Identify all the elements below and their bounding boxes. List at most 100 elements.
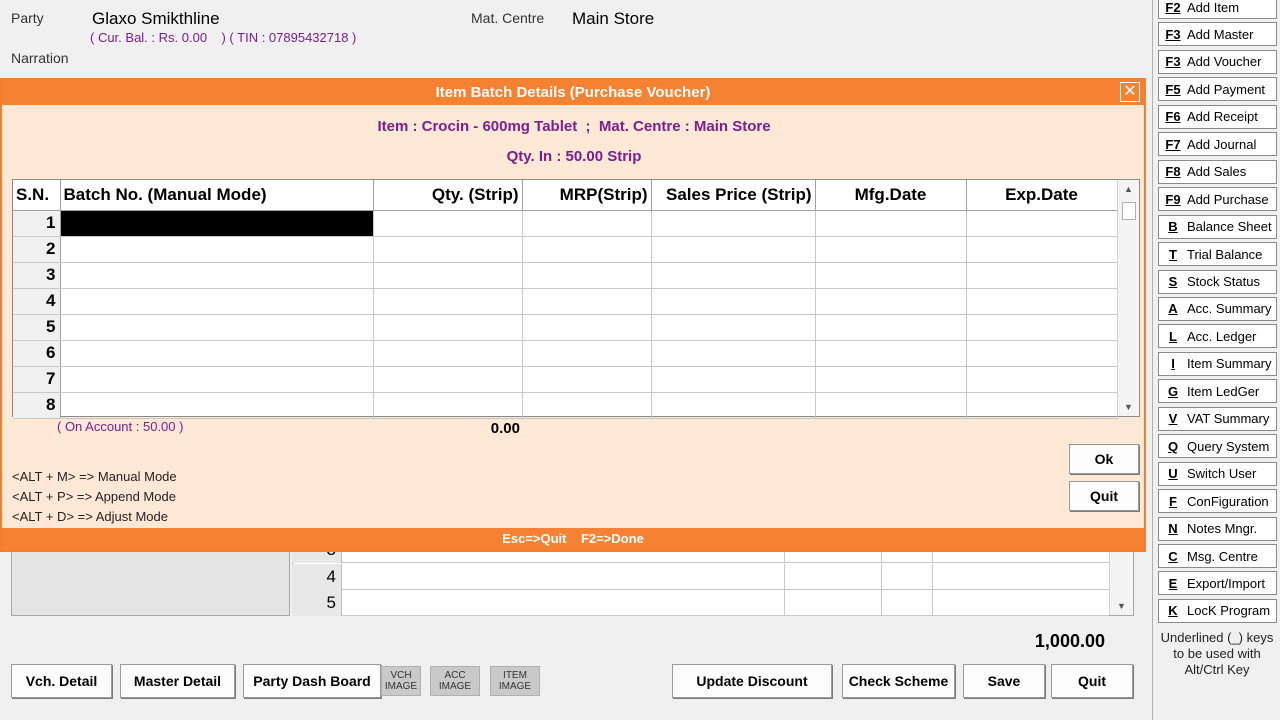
scroll-up-icon[interactable]: ▲	[1118, 182, 1139, 196]
qty-cell[interactable]	[373, 340, 523, 367]
shortcut-vat-summary[interactable]: V VAT Summary	[1158, 406, 1277, 431]
mfg-date-cell[interactable]	[815, 366, 967, 393]
check-scheme-button[interactable]: Check Scheme	[842, 664, 955, 698]
mfg-date-cell[interactable]	[815, 210, 967, 237]
mrp-cell[interactable]	[522, 236, 652, 263]
batch-no-cell[interactable]	[60, 392, 374, 419]
party-value[interactable]: Glaxo Smikthline	[92, 9, 220, 29]
sales-price-cell[interactable]	[651, 392, 816, 419]
shortcut-item-ledger[interactable]: G Item LedGer	[1158, 379, 1277, 404]
item-image-button[interactable]: ITEM IMAGE	[490, 666, 540, 696]
master-detail-button[interactable]: Master Detail	[120, 664, 235, 698]
exp-date-cell[interactable]	[966, 288, 1118, 315]
table-row[interactable]: 2	[13, 236, 1118, 263]
exp-date-cell[interactable]	[966, 340, 1118, 367]
update-discount-button[interactable]: Update Discount	[672, 664, 832, 698]
sales-price-cell[interactable]	[651, 288, 816, 315]
table-row[interactable]: 1	[13, 210, 1118, 237]
mfg-date-cell[interactable]	[815, 288, 967, 315]
exp-date-cell[interactable]	[966, 314, 1118, 341]
acc-image-button[interactable]: ACC IMAGE	[430, 666, 480, 696]
shortcut-notes-mngr[interactable]: N Notes Mngr.	[1158, 516, 1277, 541]
shortcut-msg-centre[interactable]: C Msg. Centre	[1158, 544, 1277, 568]
batch-no-cell[interactable]	[60, 366, 374, 393]
shortcut-add-voucher[interactable]: F3 Add Voucher	[1158, 49, 1277, 74]
shortcut-add-payment[interactable]: F5 Add Payment	[1158, 77, 1277, 102]
scroll-thumb[interactable]	[1122, 202, 1136, 220]
batch-no-cell[interactable]	[60, 314, 374, 341]
table-row[interactable]: 8	[13, 392, 1118, 419]
shortcut-item-summary[interactable]: I Item Summary	[1158, 351, 1277, 376]
scroll-down-icon[interactable]: ▼	[1110, 601, 1133, 611]
shortcut-switch-user[interactable]: U Switch User	[1158, 461, 1277, 486]
shortcut-add-master[interactable]: F3 Add Master	[1158, 22, 1277, 47]
mrp-cell[interactable]	[522, 314, 652, 341]
mfg-date-cell[interactable]	[815, 262, 967, 289]
table-row[interactable]: 4	[292, 564, 1109, 590]
close-icon[interactable]: ✕	[1120, 82, 1140, 102]
mrp-cell[interactable]	[522, 210, 652, 237]
mat-centre-value[interactable]: Main Store	[572, 9, 654, 29]
shortcut-balance-sheet[interactable]: B Balance Sheet	[1158, 214, 1277, 239]
qty-cell[interactable]	[373, 236, 523, 263]
exp-date-cell[interactable]	[966, 236, 1118, 263]
mfg-date-cell[interactable]	[815, 340, 967, 367]
table-row[interactable]: 6	[13, 340, 1118, 367]
sales-price-cell[interactable]	[651, 366, 816, 393]
exp-date-cell[interactable]	[966, 392, 1118, 419]
quit-button[interactable]: Quit	[1051, 664, 1133, 698]
shortcut-add-purchase[interactable]: F9 Add Purchase	[1158, 187, 1277, 212]
shortcut-trial-balance[interactable]: T Trial Balance	[1158, 242, 1277, 267]
exp-date-cell[interactable]	[966, 366, 1118, 393]
mfg-date-cell[interactable]	[815, 392, 967, 419]
party-dash-board-button[interactable]: Party Dash Board	[243, 664, 381, 698]
vch-detail-button[interactable]: Vch. Detail	[11, 664, 112, 698]
batch-no-cell[interactable]	[60, 340, 374, 367]
mrp-cell[interactable]	[522, 340, 652, 367]
batch-no-cell[interactable]	[60, 236, 374, 263]
shortcut-add-item[interactable]: F2 Add Item	[1158, 0, 1277, 19]
shortcut-add-receipt[interactable]: F6 Add Receipt	[1158, 104, 1277, 129]
batch-no-cell[interactable]	[60, 288, 374, 315]
shortcut-configuration[interactable]: F ConFiguration	[1158, 489, 1277, 514]
mrp-cell[interactable]	[522, 392, 652, 419]
vch-image-button[interactable]: VCH IMAGE	[381, 666, 421, 696]
qty-cell[interactable]	[373, 366, 523, 393]
table-row[interactable]: 5	[13, 314, 1118, 341]
sales-price-cell[interactable]	[651, 262, 816, 289]
shortcut-acc-ledger[interactable]: L Acc. Ledger	[1158, 324, 1277, 349]
ok-button[interactable]: Ok	[1069, 444, 1139, 474]
mrp-cell[interactable]	[522, 288, 652, 315]
shortcut-stock-status[interactable]: S Stock Status	[1158, 269, 1277, 294]
table-row[interactable]: 3	[13, 262, 1118, 289]
table-row[interactable]: 7	[13, 366, 1118, 393]
sales-price-cell[interactable]	[651, 340, 816, 367]
exp-date-cell[interactable]	[966, 262, 1118, 289]
save-button[interactable]: Save	[963, 664, 1045, 698]
qty-cell[interactable]	[373, 262, 523, 289]
sales-price-cell[interactable]	[651, 236, 816, 263]
qty-cell[interactable]	[373, 210, 523, 237]
shortcut-add-journal[interactable]: F7 Add Journal	[1158, 132, 1277, 157]
mrp-cell[interactable]	[522, 366, 652, 393]
table-row[interactable]: 5	[292, 590, 1109, 616]
exp-date-cell[interactable]	[966, 210, 1118, 237]
scroll-down-icon[interactable]: ▼	[1118, 400, 1139, 414]
mrp-cell[interactable]	[522, 262, 652, 289]
mfg-date-cell[interactable]	[815, 314, 967, 341]
shortcut-export-import[interactable]: E Export/Import	[1158, 571, 1277, 596]
shortcut-add-sales[interactable]: F8 Add Sales	[1158, 159, 1277, 184]
sales-price-cell[interactable]	[651, 314, 816, 341]
shortcut-lock-program[interactable]: K LocK Program	[1158, 598, 1277, 623]
batch-no-cell[interactable]	[60, 210, 374, 237]
shortcut-acc-summary[interactable]: A Acc. Summary	[1158, 296, 1277, 321]
qty-cell[interactable]	[373, 392, 523, 419]
mfg-date-cell[interactable]	[815, 236, 967, 263]
dialog-quit-button[interactable]: Quit	[1069, 481, 1139, 511]
table-row[interactable]: 4	[13, 288, 1118, 315]
qty-cell[interactable]	[373, 288, 523, 315]
sales-price-cell[interactable]	[651, 210, 816, 237]
qty-cell[interactable]	[373, 314, 523, 341]
shortcut-query-system[interactable]: Q Query System	[1158, 434, 1277, 459]
grid-scrollbar[interactable]: ▲ ▼	[1117, 180, 1139, 416]
